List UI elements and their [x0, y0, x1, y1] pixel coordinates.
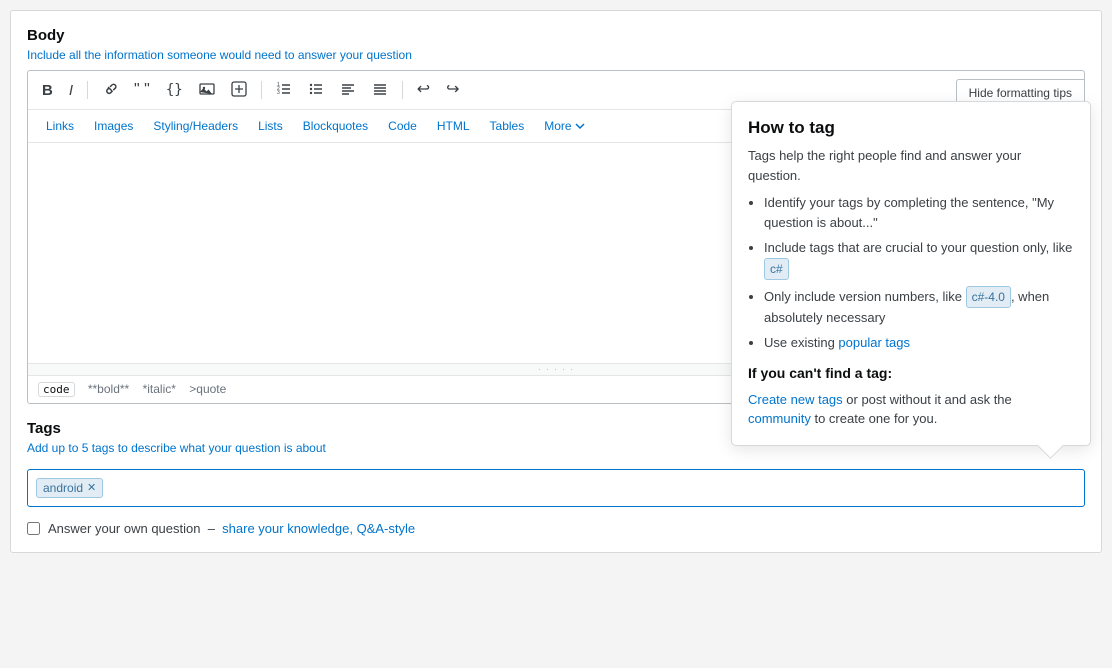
tag-tooltip: How to tag Tags help the right people fi…	[731, 101, 1091, 446]
toolbar-sep-2	[261, 81, 262, 99]
answer-link-text: share your knowledge, Q&A-style	[222, 521, 415, 536]
tab-lists[interactable]: Lists	[248, 114, 293, 138]
tags-section-label: Tags	[27, 420, 326, 437]
tab-images[interactable]: Images	[84, 114, 143, 138]
svg-text:3: 3	[277, 90, 280, 96]
code-btn[interactable]: {}	[160, 79, 189, 101]
answer-text: Answer your own question	[48, 521, 200, 536]
tab-html[interactable]: HTML	[427, 114, 480, 138]
bold-hint: **bold**	[88, 382, 129, 396]
body-section-hint: Include all the information someone woul…	[27, 48, 1085, 62]
popular-tags-link[interactable]: popular tags	[838, 335, 910, 350]
link-btn[interactable]	[96, 77, 124, 103]
tooltip-cant-find-text: Create new tags or post without it and a…	[748, 390, 1074, 429]
toolbar-sep-1	[87, 81, 88, 99]
resize-dots: · · · · ·	[538, 364, 575, 375]
tag-label: android	[43, 481, 83, 495]
community-link[interactable]: community	[748, 411, 811, 426]
tooltip-tip-1: Identify your tags by completing the sen…	[764, 193, 1074, 232]
more-label: More	[544, 119, 571, 133]
tooltip-tag-csharp-version: c#-4.0	[966, 286, 1011, 308]
tooltip-intro: Tags help the right people find and answ…	[748, 146, 1074, 185]
undo-btn[interactable]: ↩	[411, 78, 436, 102]
quote-hint: >quote	[189, 382, 226, 396]
tab-links[interactable]: Links	[36, 114, 84, 138]
tag-remove-btn[interactable]: ✕	[87, 483, 96, 494]
tags-input-container[interactable]: android ✕	[27, 469, 1085, 507]
toolbar-sep-3	[402, 81, 403, 99]
tooltip-tip-2: Include tags that are crucial to your qu…	[764, 238, 1074, 280]
quote-btn[interactable]: " "	[128, 78, 156, 102]
answer-link[interactable]: share your knowledge, Q&A-style	[222, 521, 415, 536]
tooltip-tip-3: Only include version numbers, like c#-4.…	[764, 286, 1074, 328]
code-hint: code	[38, 382, 75, 397]
create-new-tags-link[interactable]: Create new tags	[748, 392, 843, 407]
align-left-btn[interactable]	[334, 77, 362, 103]
italic-hint: *italic*	[143, 382, 176, 396]
image-btn[interactable]	[193, 77, 221, 103]
tab-blockquotes[interactable]: Blockquotes	[293, 114, 378, 138]
align-full-btn[interactable]	[366, 77, 394, 103]
tag-android: android ✕	[36, 478, 103, 498]
tooltip-tip-4: Use existing popular tags	[764, 333, 1074, 353]
tooltip-tips-list: Identify your tags by completing the sen…	[764, 193, 1074, 353]
answer-section: Answer your own question – share your kn…	[27, 521, 1085, 536]
tags-section-hint: Add up to 5 tags to describe what your q…	[27, 441, 326, 455]
tooltip-title: How to tag	[748, 118, 1074, 138]
main-container: Body Include all the information someone…	[10, 10, 1102, 553]
snippet-btn[interactable]	[225, 77, 253, 103]
tab-tables[interactable]: Tables	[480, 114, 535, 138]
bold-btn[interactable]: B	[36, 79, 59, 102]
bullet-list-btn[interactable]	[302, 77, 330, 103]
tooltip-cant-find-title: If you can't find a tag:	[748, 363, 1074, 384]
italic-btn[interactable]: I	[63, 79, 79, 102]
tooltip-tag-csharp: c#	[764, 258, 789, 280]
tab-more[interactable]: More	[534, 114, 594, 138]
body-section-label: Body	[27, 27, 1085, 44]
answer-checkbox[interactable]	[27, 522, 40, 535]
tags-title-group: Tags Add up to 5 tags to describe what y…	[27, 420, 326, 463]
tab-styling[interactable]: Styling/Headers	[143, 114, 248, 138]
numbered-list-btn[interactable]: 123	[270, 77, 298, 103]
answer-label: Answer your own question – share your kn…	[48, 521, 415, 536]
tooltip-body: Tags help the right people find and answ…	[748, 146, 1074, 429]
redo-btn[interactable]: ↪	[440, 78, 465, 102]
tab-code[interactable]: Code	[378, 114, 427, 138]
